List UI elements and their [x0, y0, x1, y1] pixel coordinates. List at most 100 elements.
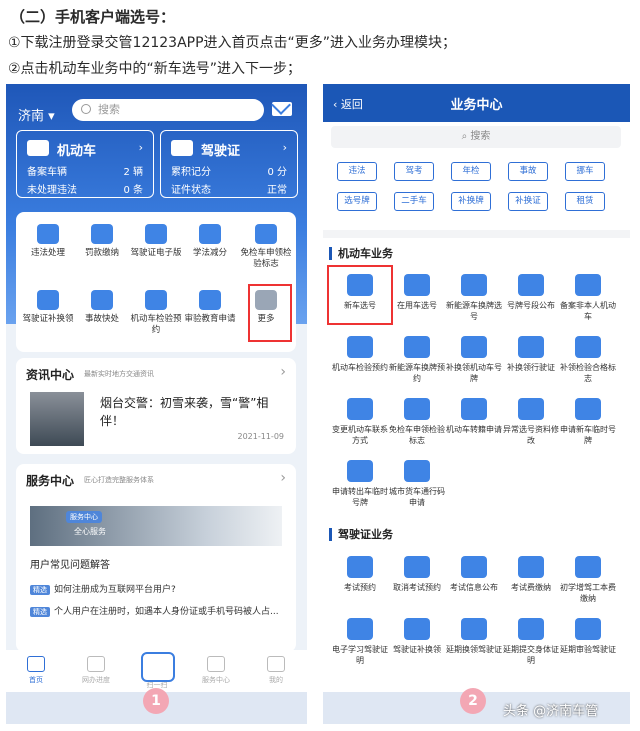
- phone-screenshot-home: 济南 ▾ 搜索 机动车 › 备案车辆 2 辆 未处理违法 0 条 驾驶证 › 累…: [6, 84, 307, 724]
- service-tile[interactable]: 补领检验合格标志: [560, 336, 616, 384]
- category-chip[interactable]: 补换牌: [451, 192, 491, 211]
- service-tile[interactable]: 免检车申领检验标志: [238, 224, 294, 270]
- monitor-icon: [87, 656, 105, 672]
- category-chip[interactable]: 年检: [451, 162, 491, 181]
- category-chip[interactable]: 事故: [508, 162, 548, 181]
- service-tile[interactable]: 补换领机动车号牌: [446, 336, 502, 384]
- service-tile[interactable]: 变更机动车联系方式: [332, 398, 388, 446]
- car-icon: [347, 336, 373, 358]
- service-tile[interactable]: 新能源车换牌选号: [446, 274, 502, 322]
- exempt-icon: [404, 398, 430, 420]
- inspection-icon: [145, 290, 167, 310]
- scan-icon[interactable]: [141, 652, 175, 682]
- step-badge: 1: [143, 688, 169, 714]
- category-chip[interactable]: 租赁: [565, 192, 605, 211]
- news-headline[interactable]: 烟台交警：初雪来袭，雪“警”相伴！: [100, 394, 280, 430]
- service-tile[interactable]: 考试预约: [332, 556, 388, 593]
- service-tile[interactable]: 延期换领驾驶证: [446, 618, 502, 655]
- service-tile[interactable]: 号牌号段公布: [503, 274, 559, 311]
- category-chip[interactable]: 补换证: [508, 192, 548, 211]
- document-icon: [461, 556, 487, 578]
- tab-home[interactable]: 首页: [16, 656, 56, 685]
- city-selector[interactable]: 济南 ▾: [18, 105, 55, 124]
- category-chip[interactable]: 挪车: [565, 162, 605, 181]
- payment-icon: [518, 556, 544, 578]
- service-tile[interactable]: 初学增驾工本费缴纳: [560, 556, 616, 604]
- category-chip[interactable]: 驾考: [394, 162, 434, 181]
- section-driver-license: 驾驶证业务: [329, 528, 393, 541]
- shield-icon: [575, 274, 601, 296]
- section-motor-vehicle: 机动车业务: [329, 247, 393, 260]
- service-tile[interactable]: 补换领行驶证: [503, 336, 559, 373]
- service-center-panel: 服务中心 匠心打造完整服务体系 › 服务中心 全心服务 用户常见问题解答 精选 如何…: [16, 464, 296, 652]
- page-title: 业务中心: [450, 98, 503, 113]
- service-tile[interactable]: 机动车转籍申请: [446, 398, 502, 435]
- faq-item[interactable]: 精选 如何注册成为互联网平台用户?: [30, 582, 288, 595]
- service-tile[interactable]: 违法处理: [20, 224, 76, 259]
- license-card[interactable]: 驾驶证 › 累积记分 0 分 证件状态 正常: [160, 130, 298, 198]
- violations-label: 未处理违法: [27, 185, 77, 196]
- vehicle-card[interactable]: 机动车 › 备案车辆 2 辆 未处理违法 0 条: [16, 130, 154, 198]
- faq-title: 用户常见问题解答: [30, 560, 110, 571]
- e-license-icon: [145, 224, 167, 244]
- user-icon: [267, 656, 285, 672]
- transfer-icon: [461, 398, 487, 420]
- service-tile[interactable]: 罚款缴纳: [74, 224, 130, 259]
- service-banner[interactable]: 服务中心 全心服务: [30, 506, 282, 546]
- license-status-value: 正常: [267, 185, 287, 196]
- service-tile[interactable]: 异常选号资料修改: [503, 398, 559, 446]
- registered-vehicles-value: 2 辆: [123, 167, 143, 178]
- home-icon: [27, 656, 45, 672]
- tab-mine[interactable]: 我的: [256, 656, 296, 685]
- fine-icon: [91, 224, 113, 244]
- service-tile[interactable]: 机动车检验预约: [332, 336, 388, 373]
- service-tile[interactable]: 申请转出车临时号牌: [332, 460, 388, 508]
- instructions: （二）手机客户端选号： ①下载注册登录交管12123APP进入首页点击“更多”进…: [0, 0, 640, 82]
- faq-item[interactable]: 精选 个人用户在注册时，如遇本人身份证或手机号码被人占...: [30, 604, 288, 617]
- accident-icon: [91, 290, 113, 310]
- service-tile[interactable]: 取消考试预约: [389, 556, 445, 593]
- tab-progress[interactable]: 网办进度: [76, 656, 116, 685]
- vehicle-card-title: 机动车: [57, 144, 97, 159]
- service-tile[interactable]: 考试费缴纳: [503, 556, 559, 593]
- service-tile[interactable]: 电子学习驾驶证明: [332, 618, 388, 666]
- phone-icon: [347, 398, 373, 420]
- service-tile[interactable]: 备案非本人机动车: [560, 274, 616, 322]
- service-tile[interactable]: 考试信息公布: [446, 556, 502, 593]
- divider: [323, 230, 630, 238]
- search-input[interactable]: ⌕ 搜索: [331, 126, 621, 148]
- news-panel[interactable]: 资讯中心 最新实时地方交通资讯 › 烟台交警：初雪来袭，雪“警”相伴！ 2021…: [16, 358, 296, 454]
- chevron-right-icon[interactable]: ›: [280, 364, 286, 380]
- category-chip[interactable]: 二手车: [394, 192, 434, 211]
- service-tile[interactable]: 免检车申领检验标志: [389, 398, 445, 446]
- tab-service-center[interactable]: 服务中心: [196, 656, 236, 685]
- news-subtitle: 最新实时地方交通资讯: [84, 370, 154, 378]
- service-tile[interactable]: 申请新车临时号牌: [560, 398, 616, 446]
- service-tile[interactable]: 在用车选号: [389, 274, 445, 311]
- plate-icon: [461, 336, 487, 358]
- service-tile[interactable]: 审验教育申请: [182, 290, 238, 325]
- service-tile[interactable]: 驾驶证补换领: [389, 618, 445, 655]
- service-tile[interactable]: 延期审验驾驶证: [560, 618, 616, 655]
- registered-vehicles-label: 备案车辆: [27, 167, 67, 178]
- chevron-right-icon[interactable]: ›: [280, 470, 286, 486]
- service-tile[interactable]: 城市货车通行码申请: [389, 460, 445, 508]
- license-card-title: 驾驶证: [201, 144, 241, 159]
- payment-icon: [575, 556, 601, 578]
- search-input[interactable]: 搜索: [72, 99, 264, 121]
- service-tile[interactable]: 新能源车换牌预约: [389, 336, 445, 384]
- service-tile[interactable]: 机动车检验预约: [128, 290, 184, 336]
- service-tile[interactable]: 学法减分: [182, 224, 238, 259]
- service-tile[interactable]: 驾驶证电子版: [128, 224, 184, 259]
- exempt-icon: [255, 224, 277, 244]
- points-label: 累积记分: [171, 167, 211, 178]
- mail-icon[interactable]: [272, 102, 292, 116]
- license-renew-icon: [37, 290, 59, 310]
- service-tile[interactable]: 事故快处: [74, 290, 130, 325]
- service-tile[interactable]: 延期提交身体证明: [503, 618, 559, 666]
- service-tile[interactable]: 驾驶证补换领: [20, 290, 76, 325]
- category-chip[interactable]: 违法: [337, 162, 377, 181]
- highlight-box: [327, 265, 393, 325]
- category-chip[interactable]: 选号牌: [337, 192, 377, 211]
- chevron-right-icon: ›: [282, 141, 287, 154]
